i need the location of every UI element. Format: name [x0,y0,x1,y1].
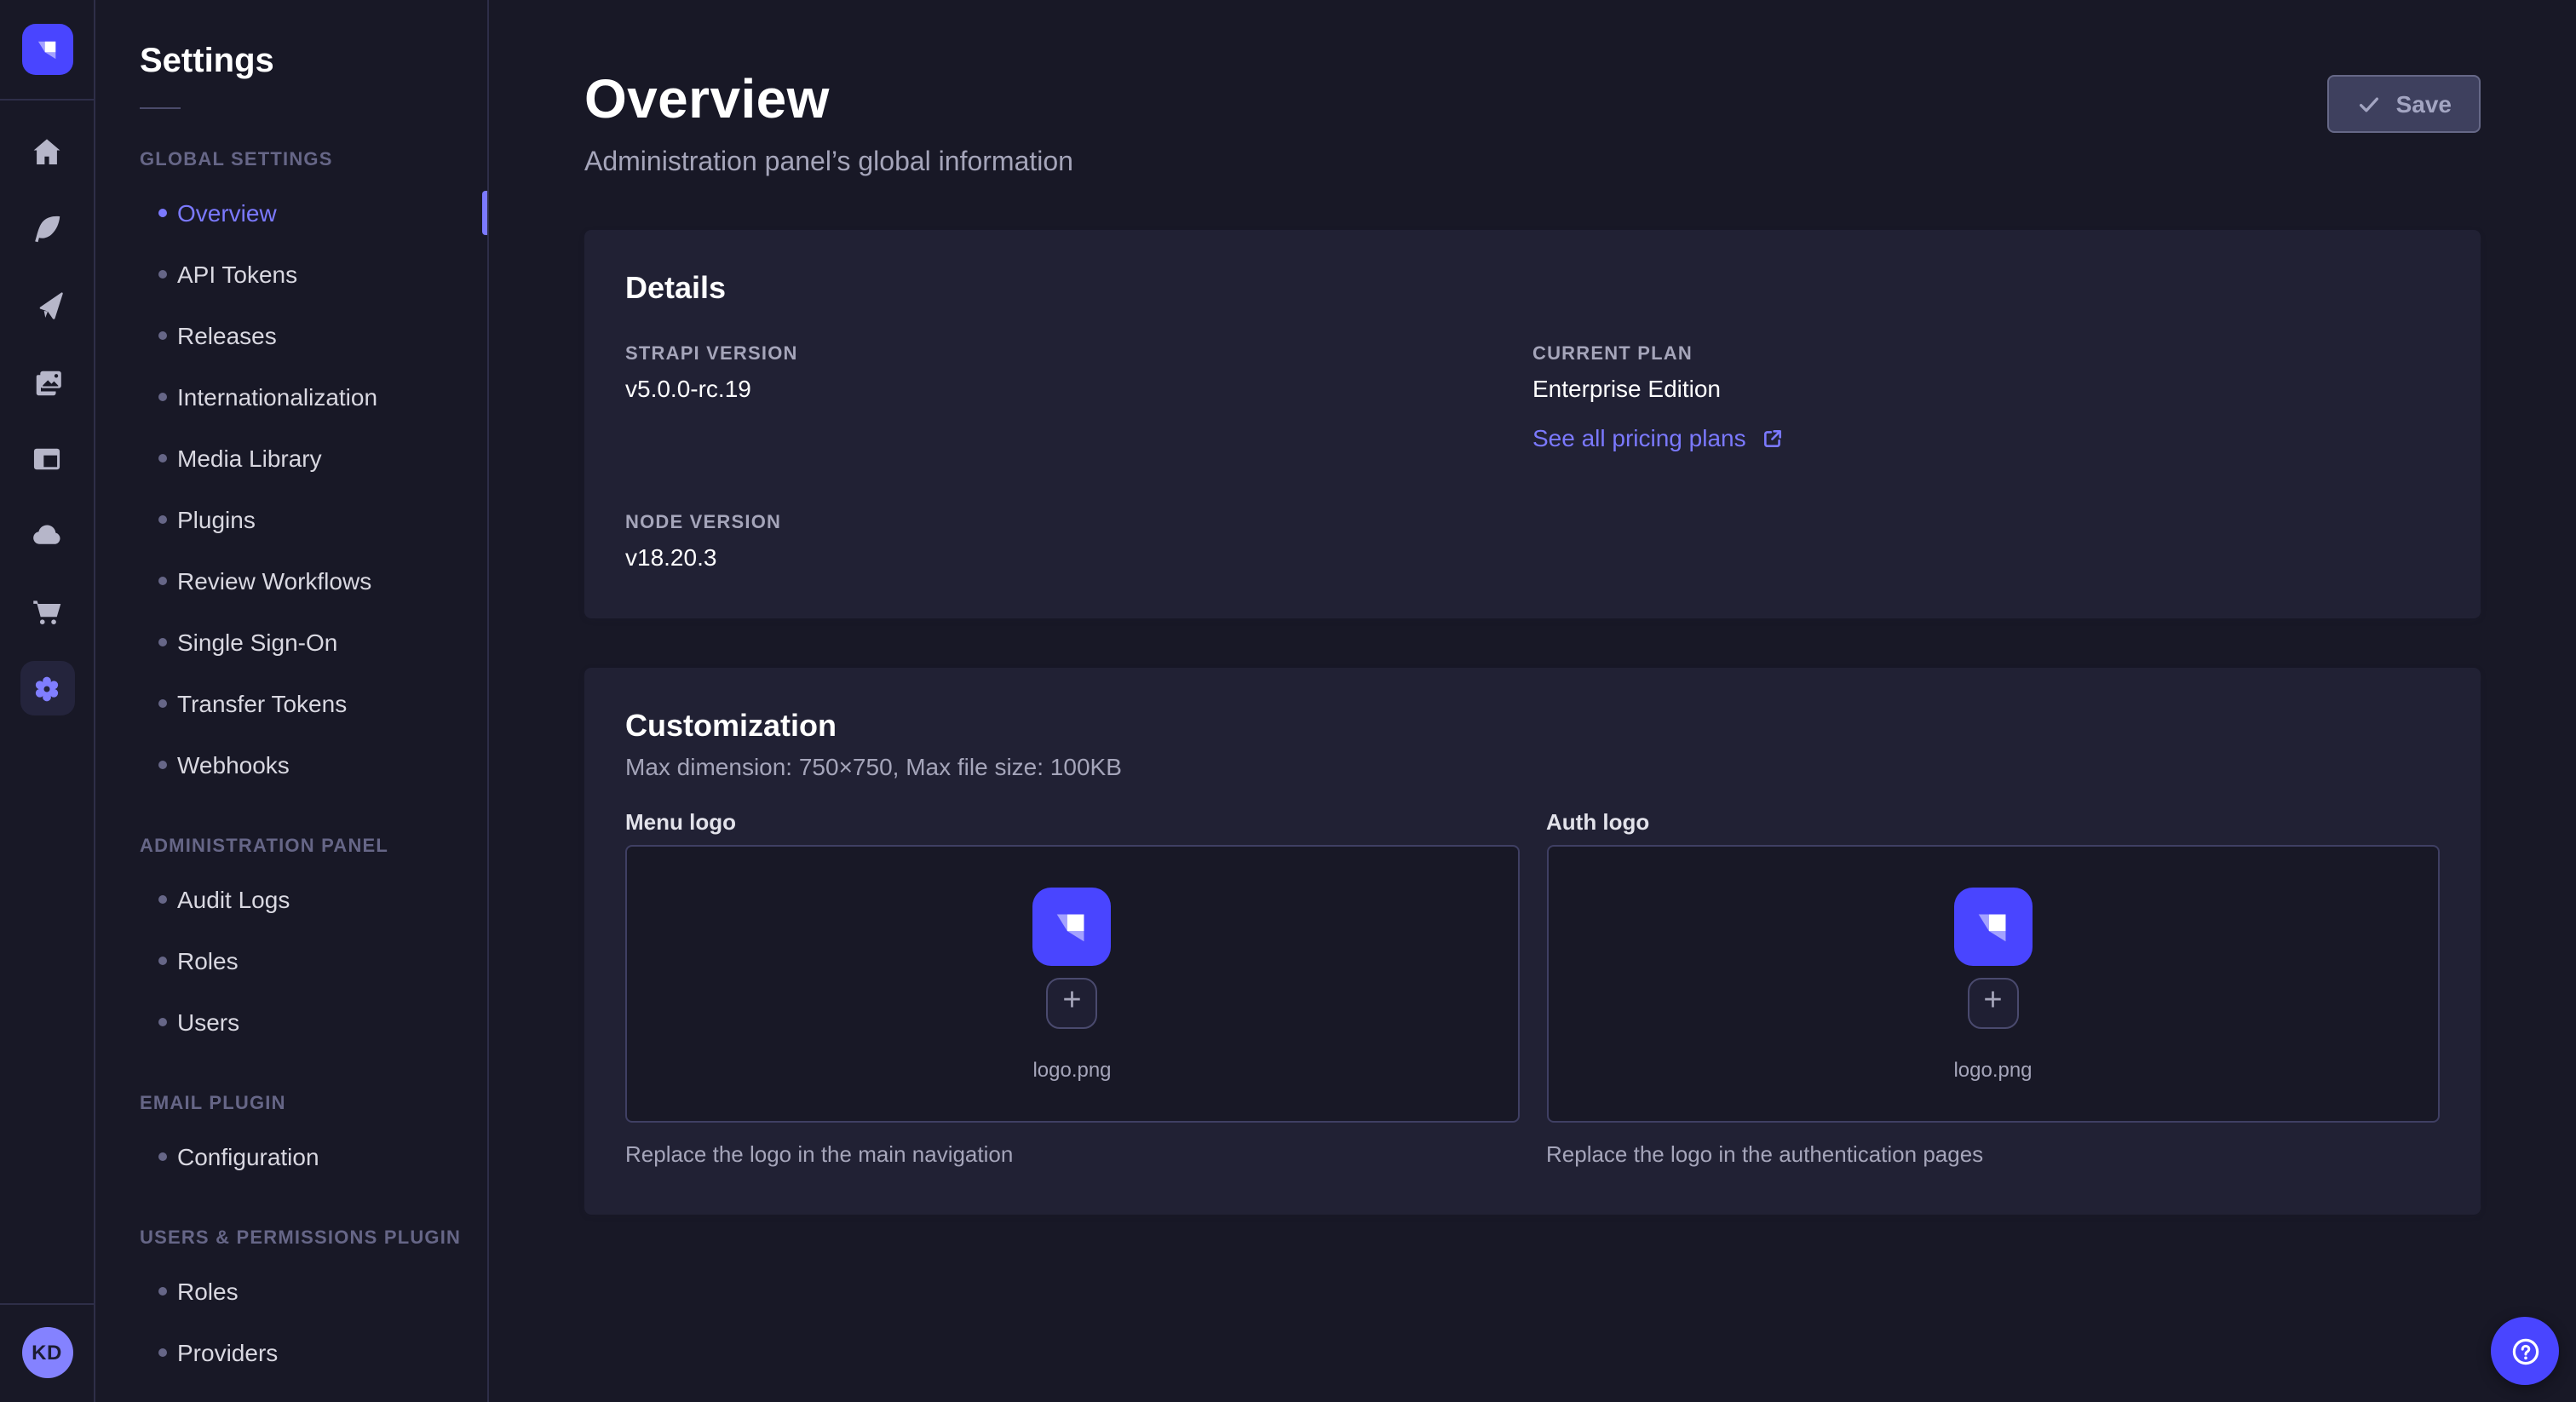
menu-logo-label: Menu logo [625,809,1519,835]
sidebar-item-review-workflows[interactable]: Review Workflows [95,550,487,612]
field-label: NODE VERSION [625,513,1532,533]
node-version-field: NODE VERSION v18.20.3 [625,513,1532,571]
sidebar-item-plugins[interactable]: Plugins [95,489,487,550]
nav-deploy-button[interactable] [20,278,74,332]
paper-plane-icon [29,287,65,323]
sidebar-item-audit-logs[interactable]: Audit Logs [95,869,487,930]
nav-marketplace-button[interactable] [20,584,74,639]
nav-content-builder-button[interactable] [20,201,74,256]
nav-cloud-button[interactable] [20,508,74,562]
section-label: EMAIL PLUGIN [140,1094,487,1114]
current-plan-field: CURRENT PLAN Enterprise Edition See all … [1532,344,2440,455]
auth-logo-dropzone[interactable]: + logo.png [1546,845,2440,1123]
auth-logo-preview [1954,887,2033,965]
section-label: ADMINISTRATION PANEL [140,836,487,857]
auth-logo-add-button[interactable]: + [1968,977,2019,1028]
main-content: Overview Administration panel’s global i… [489,0,2576,1402]
nav-home-button[interactable] [20,124,74,179]
sidebar-item-internationalization[interactable]: Internationalization [95,366,487,428]
menu-logo-preview [1033,887,1112,965]
field-label: STRAPI VERSION [625,344,1532,365]
divider [0,1303,95,1305]
help-button[interactable] [2491,1317,2559,1385]
strapi-mark-icon [1049,902,1096,950]
sidebar-item-media-library[interactable]: Media Library [95,428,487,489]
sidebar-item-up-providers[interactable]: Providers [95,1322,487,1383]
menu-logo-filename: logo.png [1032,1057,1111,1081]
sidebar-item-email-configuration[interactable]: Configuration [95,1126,487,1187]
settings-subnav: Settings GLOBAL SETTINGS Overview API To… [95,0,489,1402]
section-email-plugin: EMAIL PLUGIN Configuration [95,1094,487,1187]
auth-logo-label: Auth logo [1546,809,2440,835]
section-users-permissions-plugin: USERS & PERMISSIONS PLUGIN Roles Provide… [95,1228,487,1383]
auth-logo-filename: logo.png [1953,1057,2032,1081]
menu-logo-add-button[interactable]: + [1047,977,1098,1028]
external-link-icon [1762,427,1784,449]
app-window: KD Settings GLOBAL SETTINGS Overview API… [0,0,2576,1402]
section-label: USERS & PERMISSIONS PLUGIN [140,1228,487,1249]
menu-logo-hint: Replace the logo in the main navigation [625,1141,1519,1167]
section-administration-panel: ADMINISTRATION PANEL Audit Logs Roles Us… [95,836,487,1053]
customization-heading: Customization [625,709,2440,744]
pricing-plans-link[interactable]: See all pricing plans [1532,424,1784,451]
strapi-mark-icon [1969,902,2017,950]
field-value: Enterprise Edition [1532,375,2440,402]
page-title: Overview [584,68,1073,131]
field-label: CURRENT PLAN [1532,344,2440,365]
menu-logo-dropzone[interactable]: + logo.png [625,845,1519,1123]
nav-media-library-button[interactable] [20,354,74,409]
sidebar-item-overview[interactable]: Overview [95,182,487,244]
sidebar-item-webhooks[interactable]: Webhooks [95,734,487,796]
field-value: v5.0.0-rc.19 [625,375,1532,402]
question-circle-icon [2509,1335,2541,1367]
nav-settings-button[interactable] [20,661,74,715]
strapi-logo[interactable] [21,24,72,75]
details-card: Details STRAPI VERSION v5.0.0-rc.19 CURR… [584,230,2481,618]
images-icon [29,364,65,399]
page-header: Overview Administration panel’s global i… [489,0,2576,179]
cloud-icon [29,517,65,553]
divider [0,99,95,101]
page-subtitle: Administration panel’s global informatio… [584,148,1073,179]
section-global-settings: GLOBAL SETTINGS Overview API Tokens Rele… [95,150,487,796]
field-value: v18.20.3 [625,543,1532,571]
layout-icon [29,440,65,476]
nav-content-manager-button[interactable] [20,431,74,486]
pricing-plans-link-label: See all pricing plans [1532,424,1746,451]
section-label: GLOBAL SETTINGS [140,150,487,170]
auth-logo-hint: Replace the logo in the authentication p… [1546,1141,2440,1167]
main-nav-rail: KD [0,0,95,1402]
strapi-version-field: STRAPI VERSION v5.0.0-rc.19 [625,344,1532,455]
customization-constraints: Max dimension: 750×750, Max file size: 1… [625,753,2440,780]
strapi-mark-icon [32,34,62,65]
save-button[interactable]: Save [2328,75,2481,133]
shopping-cart-icon [29,594,65,629]
subnav-title: Settings [140,43,487,82]
menu-logo-block: Menu logo + logo.png [625,809,1519,1167]
save-button-label: Save [2396,90,2452,118]
auth-logo-block: Auth logo + logo.png [1546,809,2440,1167]
sidebar-item-admin-roles[interactable]: Roles [95,930,487,991]
sidebar-item-transfer-tokens[interactable]: Transfer Tokens [95,673,487,734]
user-avatar[interactable]: KD [21,1327,72,1378]
sidebar-item-up-roles[interactable]: Roles [95,1261,487,1322]
customization-card: Customization Max dimension: 750×750, Ma… [584,668,2481,1215]
home-icon [29,134,65,170]
details-heading: Details [625,271,2440,307]
divider [140,107,181,109]
sidebar-item-single-sign-on[interactable]: Single Sign-On [95,612,487,673]
sidebar-item-api-tokens[interactable]: API Tokens [95,244,487,305]
sidebar-item-releases[interactable]: Releases [95,305,487,366]
feather-icon [29,210,65,246]
gear-icon [29,670,65,706]
sidebar-item-admin-users[interactable]: Users [95,991,487,1053]
check-icon [2357,91,2383,117]
